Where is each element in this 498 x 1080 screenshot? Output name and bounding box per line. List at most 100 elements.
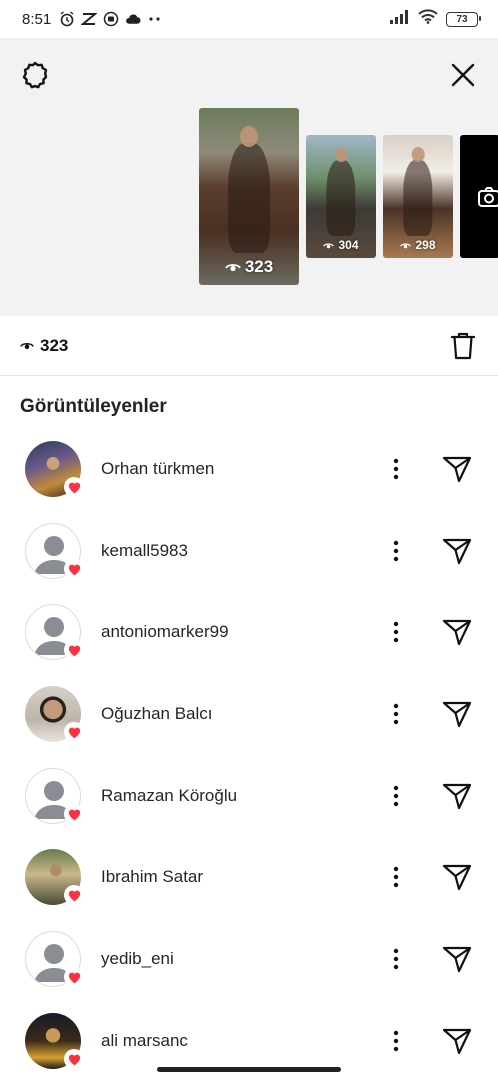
heart-icon	[68, 972, 80, 984]
story-views-count: 304	[338, 238, 359, 252]
more-options-button[interactable]	[384, 536, 408, 566]
settings-button[interactable]	[18, 58, 52, 92]
avatar[interactable]	[25, 849, 84, 906]
send-icon	[442, 1028, 472, 1054]
viewer-username[interactable]: Ibrahim Satar	[101, 867, 498, 887]
viewer-row[interactable]: Orhan türkmen	[0, 428, 498, 510]
story-views-overlay: 304	[306, 238, 376, 252]
home-indicator[interactable]	[157, 1067, 341, 1072]
liked-badge	[64, 721, 84, 742]
trash-icon	[450, 332, 476, 359]
more-options-button[interactable]	[384, 699, 408, 729]
send-icon	[442, 456, 472, 482]
send-message-button[interactable]	[441, 1025, 473, 1057]
send-message-button[interactable]	[441, 861, 473, 893]
story-image-head	[411, 147, 425, 163]
signal-icon	[390, 9, 410, 29]
viewer-username[interactable]: antoniomarker99	[101, 622, 498, 642]
status-right: 73	[390, 9, 481, 29]
send-message-button[interactable]	[441, 780, 473, 812]
viewer-list: Orhan türkmen kemall5983 antoniomarker99…	[0, 428, 498, 1080]
vertical-dots-icon	[393, 703, 399, 725]
story-thumbnail[interactable]: 304	[306, 135, 376, 258]
avatar[interactable]	[25, 767, 84, 824]
viewer-username[interactable]: Oğuzhan Balcı	[101, 704, 498, 724]
more-options-button[interactable]	[384, 781, 408, 811]
send-message-button[interactable]	[441, 453, 473, 485]
liked-badge	[64, 558, 84, 579]
story-views-count: 323	[244, 257, 274, 276]
viewer-row[interactable]: yedib_eni	[0, 918, 498, 1000]
viewer-row[interactable]: antoniomarker99	[0, 591, 498, 673]
close-icon	[451, 63, 475, 87]
viewer-username[interactable]: ali marsanc	[101, 1031, 498, 1051]
viewer-row[interactable]: Ibrahim Satar	[0, 836, 498, 918]
send-icon	[442, 538, 472, 564]
app-icon	[81, 11, 98, 27]
heart-icon	[68, 890, 80, 902]
vertical-dots-icon	[393, 948, 399, 970]
more-options-button[interactable]	[384, 944, 408, 974]
more-options-button[interactable]	[384, 454, 408, 484]
story-image	[228, 143, 270, 254]
eye-icon	[225, 264, 241, 272]
viewer-row[interactable]: kemall5983	[0, 510, 498, 592]
send-icon	[442, 783, 472, 809]
send-message-button[interactable]	[441, 616, 473, 648]
viewer-username[interactable]: yedib_eni	[101, 949, 498, 969]
liked-badge	[64, 885, 84, 906]
heart-icon	[68, 1054, 80, 1065]
eye-icon	[20, 340, 34, 351]
liked-badge	[64, 476, 84, 497]
story-views-overlay: 323	[199, 257, 299, 277]
views-summary-row: 323	[0, 316, 498, 376]
viewer-username[interactable]: kemall5983	[101, 541, 498, 561]
liked-badge	[64, 966, 84, 987]
story-preview-area: 323 304 298	[0, 38, 498, 354]
send-icon	[442, 620, 472, 646]
send-message-button[interactable]	[441, 535, 473, 567]
heart-icon	[68, 727, 80, 739]
heart-icon	[68, 645, 80, 657]
heart-icon	[68, 809, 80, 820]
send-message-button[interactable]	[441, 943, 473, 975]
more-options-button[interactable]	[384, 862, 408, 892]
eye-icon	[400, 243, 412, 248]
story-thumbnail[interactable]: 298	[383, 135, 453, 258]
avatar[interactable]	[25, 1012, 84, 1069]
avatar[interactable]	[25, 604, 84, 661]
delete-button[interactable]	[448, 330, 478, 362]
viewer-row[interactable]: Oğuzhan Balcı	[0, 673, 498, 755]
add-story-thumbnail[interactable]	[460, 135, 498, 258]
status-bar: 8:51 73	[0, 0, 498, 38]
vertical-dots-icon	[393, 540, 399, 561]
send-message-button[interactable]	[441, 698, 473, 730]
viewer-username[interactable]: Orhan türkmen	[101, 459, 498, 479]
viewer-username[interactable]: Ramazan Köroğlu	[101, 786, 498, 806]
status-time: 8:51	[22, 10, 52, 28]
story-image-head	[334, 147, 348, 163]
send-icon	[442, 946, 472, 973]
avatar[interactable]	[25, 522, 84, 579]
alarm-icon	[59, 11, 75, 27]
eye-icon	[323, 243, 335, 248]
status-left: 8:51	[22, 11, 163, 28]
avatar[interactable]	[25, 685, 84, 742]
avatar[interactable]	[25, 440, 84, 497]
story-image	[326, 159, 356, 236]
viewer-row[interactable]: Ramazan Köroğlu	[0, 755, 498, 837]
send-icon	[442, 865, 472, 891]
avatar[interactable]	[25, 930, 84, 987]
story-thumbnail-current[interactable]: 323	[199, 108, 299, 285]
more-options-button[interactable]	[384, 1026, 408, 1056]
liked-badge	[64, 1048, 84, 1069]
more-options-button[interactable]	[384, 617, 408, 647]
viewers-section-title: Görüntüleyenler	[20, 396, 167, 417]
story-image	[403, 159, 433, 236]
story-views-count: 298	[415, 238, 436, 252]
send-icon	[442, 701, 472, 728]
close-button[interactable]	[446, 58, 480, 92]
media-icon	[103, 11, 119, 27]
heart-icon	[68, 482, 80, 494]
views-count: 323	[40, 335, 69, 355]
